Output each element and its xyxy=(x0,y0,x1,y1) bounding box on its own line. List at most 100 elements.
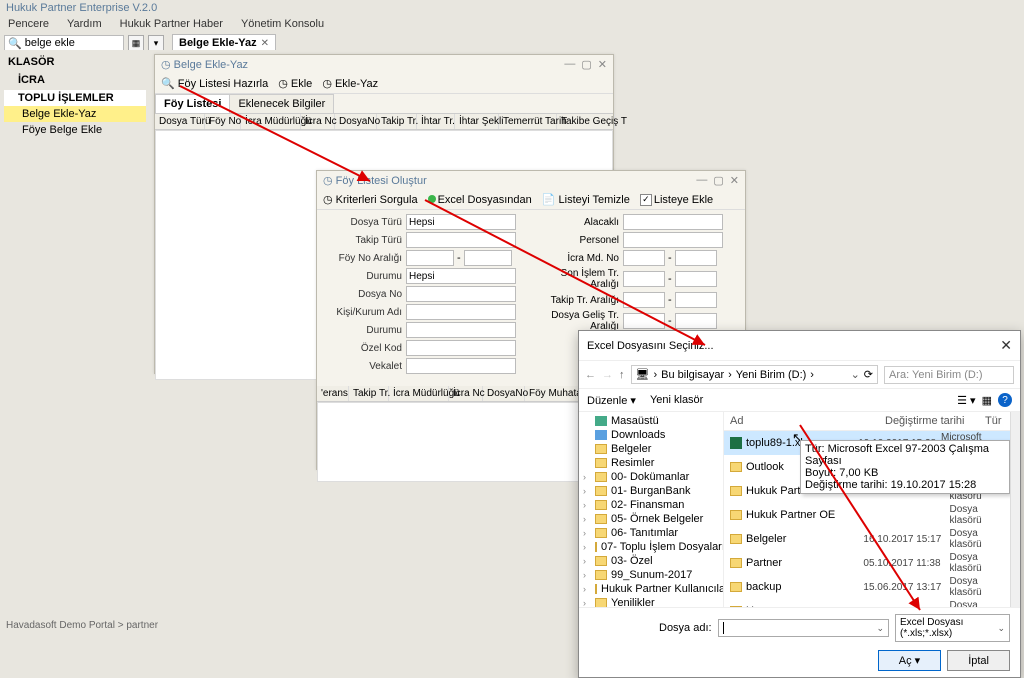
win2-btn-excel[interactable]: Excel Dosyasından xyxy=(428,194,532,206)
win1-tab-foy-listesi[interactable]: Föy Listesi xyxy=(155,94,230,113)
path-box[interactable]: 🖥 ›Bu bilgisayar ›Yeni Birim (D:) › ⌄ ⟳ xyxy=(631,365,879,384)
win1-max-icon[interactable]: ▢ xyxy=(581,58,591,71)
menu-haber[interactable]: Hukuk Partner Haber xyxy=(120,18,223,30)
view-icon[interactable]: ☰ ▾ xyxy=(957,394,975,407)
btn-iptal[interactable]: İptal xyxy=(947,650,1010,671)
nav-item[interactable]: Masaüstü xyxy=(579,414,723,428)
menu-konsol[interactable]: Yönetim Konsolu xyxy=(241,18,324,30)
fdlg-scrollbar[interactable] xyxy=(1010,412,1020,607)
nav-back-icon[interactable]: ← xyxy=(585,369,596,381)
win1-min-icon[interactable]: — xyxy=(564,58,575,71)
fld-gelis2[interactable] xyxy=(675,313,717,329)
input-dosyaadi[interactable]: ⌄ xyxy=(718,619,889,637)
nav-item[interactable]: ›06- Tanıtımlar xyxy=(579,526,723,540)
search-input[interactable] xyxy=(25,37,105,49)
win2-max-icon[interactable]: ▢ xyxy=(713,174,723,187)
menu-pencere[interactable]: Pencere xyxy=(8,18,49,30)
select-filter[interactable]: Excel Dosyası (*.xls;*.xlsx)⌄ xyxy=(895,614,1010,642)
menubar: Pencere Yardım Hukuk Partner Haber Yönet… xyxy=(0,16,1024,32)
col-tur[interactable]: Tür xyxy=(979,412,1008,430)
win1-btn-ekleyaz[interactable]: ◷ Ekle-Yaz xyxy=(322,77,378,90)
fdlg-title-text: Excel Dosyasını Seçiniz... xyxy=(587,340,714,352)
win1-title: Belge Ekle-Yaz xyxy=(174,59,248,71)
fld-icramd1[interactable] xyxy=(623,250,665,266)
nav-item[interactable]: Belgeler xyxy=(579,442,723,456)
nav-item[interactable]: ›Yenilikler xyxy=(579,596,723,607)
folder-icon xyxy=(595,486,607,496)
refresh-icon[interactable]: ⟳ xyxy=(864,368,873,381)
nav-item[interactable]: ›02- Finansman xyxy=(579,498,723,512)
fld-personel[interactable] xyxy=(623,232,723,248)
fld-dosyano[interactable] xyxy=(406,286,516,302)
sidebar-item-foye-belge-ekle[interactable]: Föye Belge Ekle xyxy=(4,122,146,138)
win2-btn-sorgula[interactable]: ◷ Kriterleri Sorgula xyxy=(323,193,418,206)
folder-icon xyxy=(595,472,607,482)
fld-foyno2[interactable] xyxy=(464,250,512,266)
toolbar-plus-button[interactable]: ▦ xyxy=(128,35,144,51)
btn-duzenle[interactable]: Düzenle ▾ xyxy=(587,394,636,407)
col-tarih[interactable]: Değiştirme tarihi xyxy=(879,412,979,430)
file-row[interactable]: Partner05.10.2017 11:38Dosya klasörü xyxy=(724,551,1010,575)
sidebar-toplu[interactable]: TOPLU İŞLEMLER xyxy=(4,90,146,106)
btn-yeniklasor[interactable]: Yeni klasör xyxy=(650,394,703,406)
nav-item[interactable]: ›05- Örnek Belgeler xyxy=(579,512,723,526)
fld-alacakli[interactable] xyxy=(623,214,723,230)
sidebar-item-belge-ekle-yaz[interactable]: Belge Ekle-Yaz xyxy=(4,106,146,122)
folder-icon xyxy=(595,542,597,552)
nav-item[interactable]: ›Hukuk Partner Kullanıcılarımız xyxy=(579,582,723,596)
win1-icon: ◷ xyxy=(161,58,171,71)
file-row[interactable]: Hukuk Partner OEDosya klasörü xyxy=(724,503,1010,527)
nav-fwd-icon[interactable]: → xyxy=(602,369,613,381)
fld-foyno1[interactable] xyxy=(406,250,454,266)
col-ad[interactable]: Ad xyxy=(724,412,879,430)
nav-item[interactable]: Resimler xyxy=(579,456,723,470)
fld-sonislem1[interactable] xyxy=(623,271,665,287)
win1-tab-eklenecek[interactable]: Eklenecek Bilgiler xyxy=(229,94,334,113)
fdlg-nav-tree[interactable]: MasaüstüDownloadsBelgelerResimler›00- Do… xyxy=(579,412,724,607)
file-row[interactable]: backup15.06.2017 13:17Dosya klasörü xyxy=(724,575,1010,599)
fdlg-close-icon[interactable]: ✕ xyxy=(1000,337,1012,354)
fld-gelis1[interactable] xyxy=(623,313,665,329)
xls-icon xyxy=(730,437,742,449)
menu-yardim[interactable]: Yardım xyxy=(67,18,102,30)
win2-chk-listeye-ekle[interactable]: ✓Listeye Ekle xyxy=(640,194,713,206)
fld-ozelkod[interactable] xyxy=(406,340,516,356)
nav-item[interactable]: ›99_Sunum-2017 xyxy=(579,568,723,582)
win2-btn-temizle[interactable]: 📄 Listeyi Temizle xyxy=(542,193,630,206)
file-row[interactable]: Uyap05.04.2017 14:48Dosya klasörü xyxy=(724,599,1010,607)
preview-icon[interactable]: ▦ xyxy=(982,394,992,407)
fld-kisi[interactable] xyxy=(406,304,516,320)
nav-up-icon[interactable]: ↑ xyxy=(619,369,625,381)
fld-durumu[interactable] xyxy=(406,268,516,284)
win1-close-icon[interactable]: ✕ xyxy=(598,58,607,71)
fld-vekalet[interactable] xyxy=(406,358,516,374)
fld-takiptr1[interactable] xyxy=(623,292,665,308)
fdlg-file-list[interactable]: Ad Değiştirme tarihi Tür toplu89-1.xls19… xyxy=(724,412,1010,607)
toolbar-dd-button[interactable]: ▾ xyxy=(148,35,164,51)
folder-icon xyxy=(730,582,742,592)
win1-btn-ekle[interactable]: ◷ Ekle xyxy=(278,77,312,90)
sidebar-icra[interactable]: İCRA xyxy=(4,72,146,88)
win1-btn-hazirla[interactable]: 🔍 Föy Listesi Hazırla xyxy=(161,77,268,90)
fld-icramd2[interactable] xyxy=(675,250,717,266)
nav-item[interactable]: ›01- BurganBank xyxy=(579,484,723,498)
nav-item[interactable]: Downloads xyxy=(579,428,723,442)
nav-item[interactable]: ›03- Özel xyxy=(579,554,723,568)
fld-dosyaturu[interactable] xyxy=(406,214,516,230)
fld-sonislem2[interactable] xyxy=(675,271,717,287)
help-icon[interactable]: ? xyxy=(998,393,1012,407)
folder-icon xyxy=(595,500,607,510)
nav-item[interactable]: ›07- Toplu İşlem Dosyaları xyxy=(579,540,723,554)
fdlg-search[interactable]: Ara: Yeni Birim (D:) xyxy=(884,366,1014,384)
fld-takipturu[interactable] xyxy=(406,232,516,248)
fld-durumu2[interactable] xyxy=(406,322,516,338)
nav-item[interactable]: ›00- Dokümanlar xyxy=(579,470,723,484)
file-row[interactable]: Belgeler16.10.2017 15:17Dosya klasörü xyxy=(724,527,1010,551)
win2-title: Föy Listesi Oluştur xyxy=(336,175,427,187)
fld-takiptr2[interactable] xyxy=(675,292,717,308)
win2-close-icon[interactable]: ✕ xyxy=(730,174,739,187)
search-box[interactable]: 🔍 xyxy=(4,35,124,52)
win2-min-icon[interactable]: — xyxy=(696,174,707,187)
btn-ac[interactable]: Aç ▾ xyxy=(878,650,941,671)
tab-close-icon[interactable]: ✕ xyxy=(261,38,269,49)
